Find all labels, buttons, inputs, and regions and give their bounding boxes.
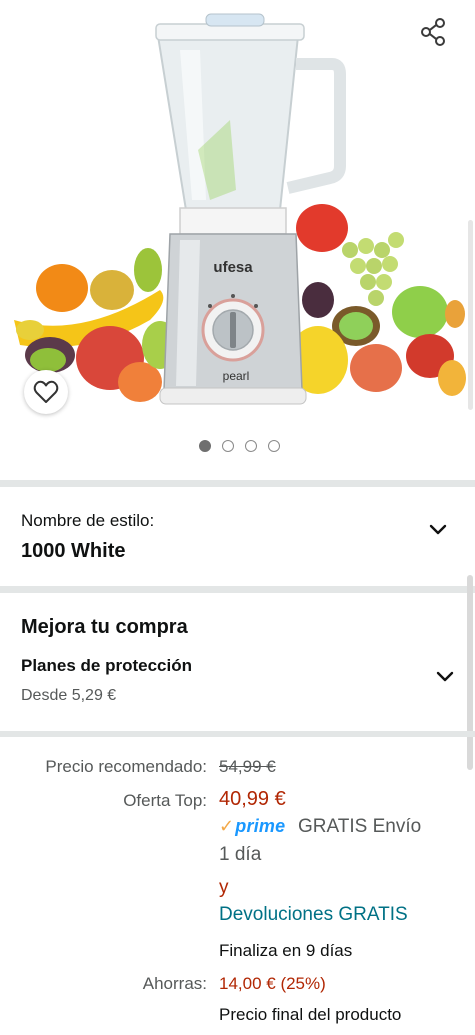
- product-image-gallery[interactable]: ufesa pearl: [0, 0, 475, 478]
- section-divider: [0, 731, 475, 737]
- image-pagination-dots[interactable]: [0, 440, 475, 452]
- add-to-wishlist-button[interactable]: [24, 370, 68, 414]
- list-price: 54,99 €: [219, 757, 276, 776]
- savings-label: Ahorras:: [142, 974, 207, 993]
- shipping-text: GRATIS Envío: [298, 816, 422, 837]
- upgrade-title: Mejora tu compra: [21, 616, 188, 638]
- pagination-dot[interactable]: [199, 440, 211, 452]
- svg-text:ufesa: ufesa: [213, 259, 253, 276]
- deal-ends-text: Finaliza en 9 días: [219, 941, 353, 960]
- free-returns-link[interactable]: Devoluciones GRATIS: [219, 904, 408, 926]
- style-selector[interactable]: Nombre de estilo: 1000 White: [0, 489, 475, 584]
- savings-value: 14,00 € (25%): [219, 974, 326, 993]
- pagination-dot[interactable]: [268, 440, 280, 452]
- pagination-dot[interactable]: [245, 440, 257, 452]
- heart-icon: [33, 380, 59, 403]
- share-icon: [421, 18, 445, 46]
- shipping-time: 1 día: [219, 844, 262, 865]
- chevron-down-icon[interactable]: [428, 523, 448, 537]
- upgrade-purchase-section: Mejora tu compra Planes de protección De…: [0, 595, 475, 730]
- section-divider: [0, 480, 475, 487]
- deal-label: Oferta Top:: [123, 791, 207, 810]
- chevron-down-icon[interactable]: [435, 670, 455, 684]
- pagination-dot[interactable]: [222, 440, 234, 452]
- prime-check-icon: ✓: [219, 816, 235, 836]
- style-value: 1000 White: [21, 540, 126, 562]
- protection-plans-label: Planes de protección: [21, 656, 192, 675]
- conjunction-text: y: [219, 877, 229, 898]
- section-divider: [0, 586, 475, 593]
- prime-badge: ✓prime: [219, 816, 286, 836]
- deal-price: 40,99 €: [219, 788, 286, 810]
- list-price-label: Precio recomendado:: [45, 757, 207, 776]
- image-scroll-indicator: [468, 220, 473, 410]
- final-price-note: Precio final del producto: [219, 1005, 402, 1024]
- protection-plans-price: Desde 5,29 €: [21, 687, 117, 704]
- svg-text:pearl: pearl: [223, 369, 250, 383]
- product-image[interactable]: ufesa pearl: [0, 0, 475, 420]
- style-label: Nombre de estilo:: [21, 511, 155, 530]
- pricing-section: Precio recomendado: 54,99 € Oferta Top: …: [0, 740, 475, 1035]
- share-button[interactable]: [418, 16, 450, 48]
